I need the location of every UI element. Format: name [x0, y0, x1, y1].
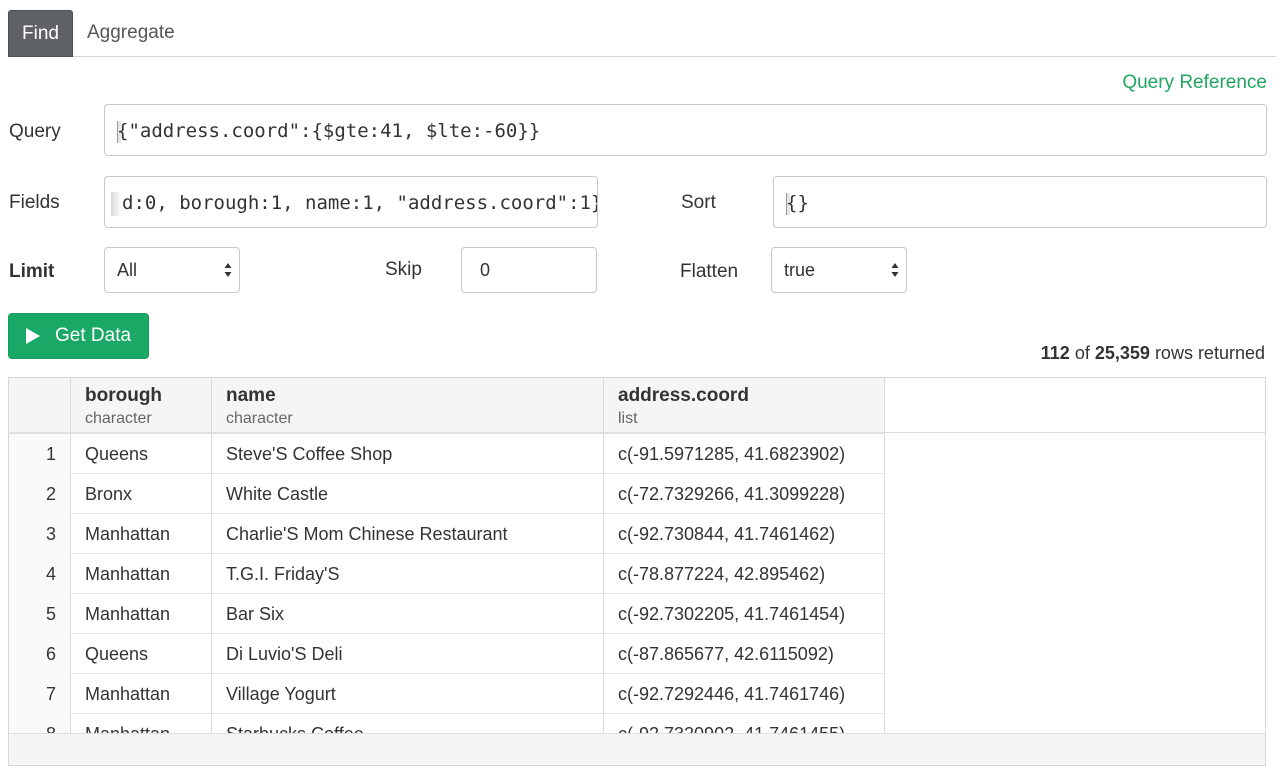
rows-returned-status: 112 of 25,359 rows returned: [1041, 343, 1265, 364]
query-reference-link[interactable]: Query Reference: [1122, 72, 1267, 94]
column-type: character: [226, 410, 293, 427]
table-cell: c(-92.7302205, 41.7461454): [604, 594, 885, 634]
tab-aggregate[interactable]: Aggregate: [74, 10, 188, 57]
limit-value: All: [117, 260, 138, 280]
table-row[interactable]: 5 Manhattan Bar Six c(-92.7302205, 41.74614…: [9, 594, 885, 634]
table-cell: Queens: [71, 434, 212, 474]
table-cell: Bronx: [71, 474, 212, 514]
row-index-cell: 3: [9, 514, 71, 554]
row-index-cell: 7: [9, 674, 71, 714]
rows-of-text: of: [1074, 343, 1090, 363]
get-data-button[interactable]: Get Data: [8, 313, 149, 359]
table-header: borough character name character address…: [9, 378, 885, 434]
row-index-cell: 1: [9, 434, 71, 474]
table-row[interactable]: 2 Bronx White Castle c(-72.7329266, 41.3099…: [9, 474, 885, 514]
skip-label: Skip: [385, 259, 422, 280]
row-index-cell: 2: [9, 474, 71, 514]
table-cell: Manhattan: [71, 594, 212, 634]
row-index-cell: 5: [9, 594, 71, 634]
table-row[interactable]: 7 Manhattan Village Yogurt c(-92.7292446, 4…: [9, 674, 885, 714]
table-cell: Manhattan: [71, 554, 212, 594]
table-cell: c(-78.877224, 42.895462): [604, 554, 885, 594]
query-value: {"address.coord":{$gte:41, $lte:-60}}: [117, 120, 541, 142]
table-cell: c(-72.7329266, 41.3099228): [604, 474, 885, 514]
table-cell: Charlie'S Mom Chinese Restaurant: [212, 514, 604, 554]
table-cell: T.G.I. Friday'S: [212, 554, 604, 594]
get-data-label: Get Data: [55, 325, 132, 346]
flatten-label: Flatten: [680, 261, 739, 282]
rows-shown-count: 112: [1040, 343, 1070, 363]
table-cell: c(-87.865677, 42.6115092): [604, 634, 885, 674]
row-index-cell: 4: [9, 554, 71, 594]
table-row[interactable]: 4 Manhattan T.G.I. Friday'S c(-78.877224, 4…: [9, 554, 885, 594]
table-cell: Steve'S Coffee Shop: [212, 434, 604, 474]
table-cell: c(-92.7292446, 41.7461746): [604, 674, 885, 714]
query-input[interactable]: {"address.coord":{$gte:41, $lte:-60}}: [104, 104, 1267, 156]
tab-bar: Find Aggregate: [8, 10, 1276, 57]
index-column-header: [9, 378, 71, 434]
table-cell: c(-91.5971285, 41.6823902): [604, 434, 885, 474]
flatten-value: true: [784, 260, 816, 280]
column-header-borough[interactable]: borough character: [71, 378, 212, 434]
table-cell: Manhattan: [71, 674, 212, 714]
sort-label: Sort: [681, 192, 716, 213]
table-cell: Manhattan: [71, 514, 212, 554]
column-name: borough: [85, 385, 163, 406]
results-table: borough character name character address…: [8, 377, 1266, 766]
sort-input[interactable]: {}: [773, 176, 1267, 228]
header-divider: [885, 432, 1265, 433]
sort-value: {}: [786, 192, 809, 214]
table-row[interactable]: 1 Queens Steve'S Coffee Shop c(-91.5971285,…: [9, 434, 885, 474]
play-icon: [26, 328, 40, 344]
fields-label: Fields: [9, 192, 60, 213]
table-cell: Bar Six: [212, 594, 604, 634]
column-header-name[interactable]: name character: [212, 378, 604, 434]
skip-input[interactable]: 0: [461, 247, 597, 293]
limit-select[interactable]: All: [104, 247, 240, 293]
column-type: character: [85, 410, 152, 427]
table-cell: Queens: [71, 634, 212, 674]
query-label: Query: [9, 121, 61, 142]
scroll-fade: [111, 191, 121, 216]
rows-suffix-text: rows returned: [1154, 343, 1265, 363]
column-name: name: [226, 385, 276, 406]
table-cell: Village Yogurt: [212, 674, 604, 714]
table-cell: c(-92.730844, 41.7461462): [604, 514, 885, 554]
horizontal-scrollbar[interactable]: [9, 733, 1265, 765]
limit-label: Limit: [9, 261, 55, 282]
fields-value: d:0, borough:1, name:1, "address.coord":…: [122, 192, 598, 214]
column-type: list: [618, 410, 638, 427]
table-cell: White Castle: [212, 474, 604, 514]
column-name: address.coord: [618, 385, 749, 406]
column-header-address-coord[interactable]: address.coord list: [604, 378, 885, 434]
flatten-select[interactable]: true: [771, 247, 907, 293]
table-row[interactable]: 6 Queens Di Luvio'S Deli c(-87.865677, 42.6…: [9, 634, 885, 674]
fields-input[interactable]: d:0, borough:1, name:1, "address.coord":…: [104, 176, 598, 228]
table-cell: Di Luvio'S Deli: [212, 634, 604, 674]
updown-arrows-icon: [224, 263, 232, 277]
updown-arrows-icon: [891, 263, 899, 277]
row-index-cell: 6: [9, 634, 71, 674]
table-row[interactable]: 3 Manhattan Charlie'S Mom Chinese Restaura…: [9, 514, 885, 554]
tab-find[interactable]: Find: [8, 10, 73, 57]
rows-total-count: 25,359: [1094, 343, 1150, 363]
